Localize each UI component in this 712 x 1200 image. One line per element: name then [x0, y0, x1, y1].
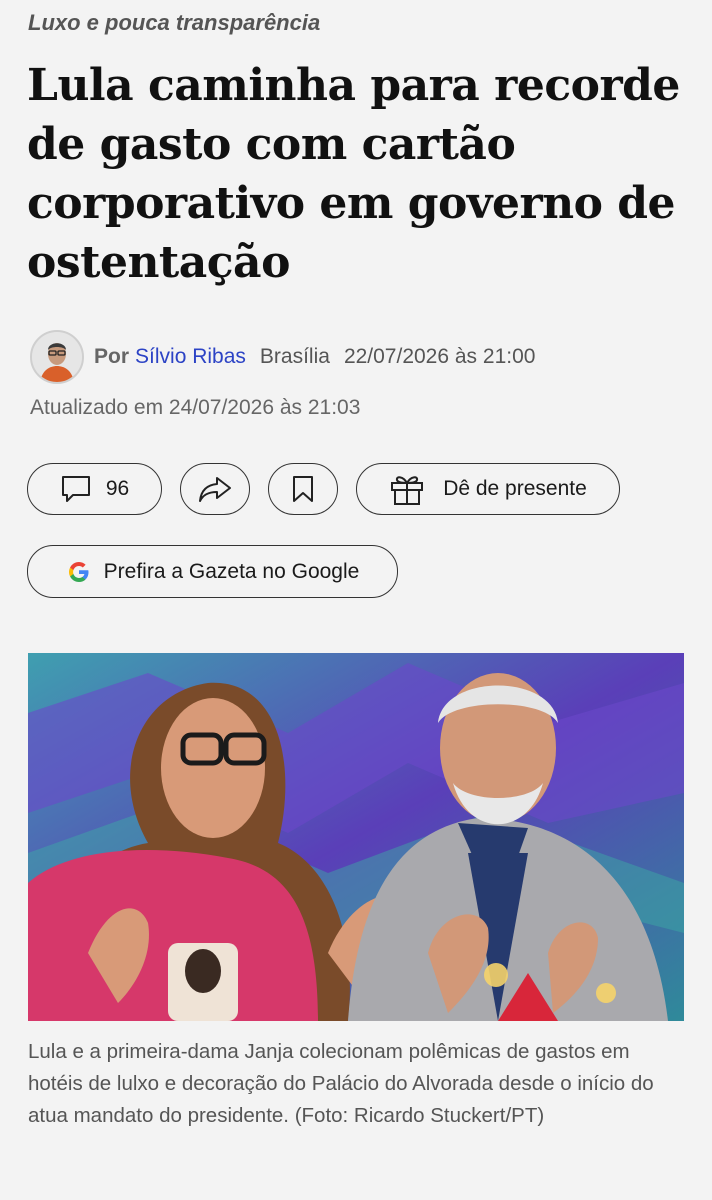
gift-icon [389, 472, 425, 506]
gift-label: Dê de presente [443, 477, 587, 500]
byline-prefix: Por [94, 345, 130, 368]
dateline-location: Brasília [259, 345, 330, 368]
author-link[interactable]: Sílvio Ribas [135, 345, 246, 369]
article-title: Lula caminha para recorde de gasto com c… [27, 60, 680, 288]
article-photo-illustration [28, 653, 684, 1021]
comments-count: 96 [105, 477, 130, 500]
article-actions: 96 Dê de presente [27, 463, 620, 515]
photo-caption: Lula e a primeira-dama Janja colecionam … [28, 1040, 654, 1127]
article-kicker: Luxo e pouca transparência [28, 10, 321, 35]
comments-button[interactable]: 96 [27, 463, 162, 515]
updated-date: Atualizado em 24/07/2026 às 21:03 [30, 396, 361, 419]
article-photo[interactable] [28, 653, 684, 1021]
gift-button[interactable]: Dê de presente [356, 463, 620, 515]
bookmark-icon [290, 474, 316, 504]
bookmark-button[interactable] [268, 463, 338, 515]
share-button[interactable] [180, 463, 250, 515]
author-avatar[interactable] [30, 330, 84, 384]
comment-icon [60, 474, 92, 504]
byline: Por Sílvio Ribas Brasília 22/07/2026 às … [30, 330, 535, 384]
google-icon [66, 559, 92, 585]
share-icon [197, 474, 233, 504]
prefer-google-button[interactable]: Prefira a Gazeta no Google [27, 545, 398, 598]
google-label: Prefira a Gazeta no Google [103, 559, 360, 583]
published-date: 22/07/2026 às 21:00 [343, 345, 536, 368]
